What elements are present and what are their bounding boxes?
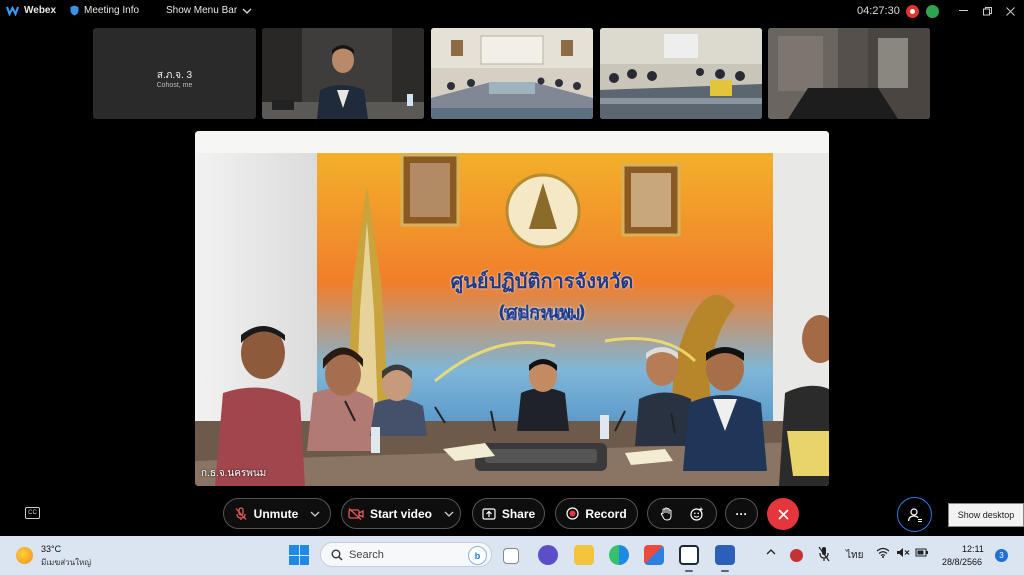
search-icon: [331, 549, 343, 561]
participant-name: ส.ภ.จ. 3: [156, 70, 193, 81]
active-speaker-video[interactable]: ศูนย์ปฏิบัติการจังหวัดนครพนม (ศปก.นพ.) ก…: [195, 131, 829, 486]
participant-video-tile[interactable]: [431, 28, 593, 119]
participant-video-tile[interactable]: [262, 28, 424, 119]
battery-icon[interactable]: [915, 547, 929, 561]
record-icon: [566, 507, 579, 520]
security-tray-icon[interactable]: [790, 549, 803, 562]
search-placeholder: Search: [349, 548, 384, 561]
app-name: Webex: [24, 5, 57, 16]
microphone-muted-tray-icon[interactable]: [818, 546, 830, 565]
close-icon: [777, 508, 789, 520]
participant-video: [431, 28, 593, 119]
meeting-info-button[interactable]: Meeting Info: [70, 5, 139, 16]
microphone-muted-icon: [235, 506, 247, 520]
chevron-up-icon[interactable]: [766, 547, 776, 558]
more-options-button[interactable]: ···: [725, 498, 758, 529]
edge-browser-icon[interactable]: [609, 545, 629, 565]
participants-panel-button[interactable]: [897, 497, 932, 532]
top-bar: Webex Meeting Info Show Menu Bar 04:27:3…: [0, 0, 1024, 24]
banner-subtitle: (ศปก.นพ.): [497, 302, 587, 323]
chevron-down-icon[interactable]: [310, 511, 320, 517]
participant-video-tile[interactable]: [600, 28, 762, 119]
meeting-info-label: Meeting Info: [84, 5, 140, 16]
unmute-label: Unmute: [253, 506, 299, 521]
emoji-reaction-icon[interactable]: [690, 507, 704, 521]
active-app-indicator: [721, 570, 729, 572]
chevron-down-icon: [242, 8, 252, 14]
file-explorer-icon[interactable]: [574, 545, 594, 565]
chat-icon[interactable]: [538, 545, 558, 565]
speaker-muted-icon[interactable]: [896, 547, 910, 561]
closed-captions-icon[interactable]: CC: [25, 507, 40, 519]
weather-partly-cloudy-icon[interactable]: [16, 547, 33, 564]
share-label: Share: [501, 506, 536, 521]
show-desktop-tooltip: Show desktop: [948, 503, 1024, 527]
network-status-icon[interactable]: [926, 5, 939, 18]
close-icon[interactable]: [1002, 3, 1018, 19]
weather-temperature[interactable]: 33°C: [41, 544, 61, 554]
wifi-icon[interactable]: [876, 547, 890, 561]
recording-indicator-icon[interactable]: [906, 5, 919, 18]
chevron-down-icon[interactable]: [444, 511, 454, 517]
participant-role: Cohost, me: [156, 82, 193, 89]
input-language[interactable]: ไทย: [846, 548, 863, 563]
unmute-button[interactable]: Unmute: [223, 498, 331, 529]
webex-menu[interactable]: Webex: [6, 5, 56, 16]
task-view-icon[interactable]: [503, 548, 519, 564]
show-menu-bar-label: Show Menu Bar: [166, 5, 238, 16]
participant-video: [768, 28, 930, 119]
more-options-icon: ···: [735, 506, 748, 521]
microsoft-store-icon[interactable]: [644, 545, 664, 565]
participant-video-tile[interactable]: [768, 28, 930, 119]
clock-time[interactable]: 12:11: [962, 544, 984, 554]
windows-taskbar: 33°C มีเมฆส่วนใหญ่ Search b ไทย 12:11 28…: [0, 536, 1024, 575]
reactions-group: [647, 498, 717, 529]
webex-app-icon[interactable]: [679, 545, 699, 565]
active-app-indicator: [685, 570, 693, 572]
participants-icon: [907, 507, 922, 522]
start-button[interactable]: [289, 545, 309, 565]
record-label: Record: [585, 506, 627, 521]
weather-description[interactable]: มีเมฆส่วนใหญ่: [41, 556, 91, 569]
participant-video: [262, 28, 424, 119]
participant-name-label: ก.ธ.จ.นครพนม: [201, 468, 267, 479]
start-video-button[interactable]: Start video: [341, 498, 461, 529]
webex-logo-icon: [6, 5, 19, 16]
raise-hand-icon[interactable]: [660, 506, 672, 521]
meeting-timer: 04:27:30: [857, 5, 900, 17]
share-screen-icon: [482, 507, 496, 520]
show-menu-bar-button[interactable]: Show Menu Bar: [166, 5, 252, 16]
share-button[interactable]: Share: [472, 498, 545, 529]
restore-icon[interactable]: [979, 3, 995, 19]
start-video-label: Start video: [369, 506, 432, 521]
bing-icon[interactable]: b: [468, 546, 487, 565]
video-off-icon: [348, 507, 364, 520]
participant-video: [600, 28, 762, 119]
word-icon[interactable]: [715, 545, 735, 565]
leave-meeting-button[interactable]: [767, 498, 799, 530]
taskbar-search-box[interactable]: Search b: [320, 542, 492, 567]
participant-tile-self[interactable]: ส.ภ.จ. 3 Cohost, me: [93, 28, 256, 119]
shield-icon: [70, 5, 79, 16]
notification-badge[interactable]: 3: [995, 549, 1008, 562]
record-button[interactable]: Record: [555, 498, 638, 529]
minimize-icon[interactable]: [955, 3, 971, 19]
clock-date[interactable]: 28/8/2566: [942, 557, 982, 567]
